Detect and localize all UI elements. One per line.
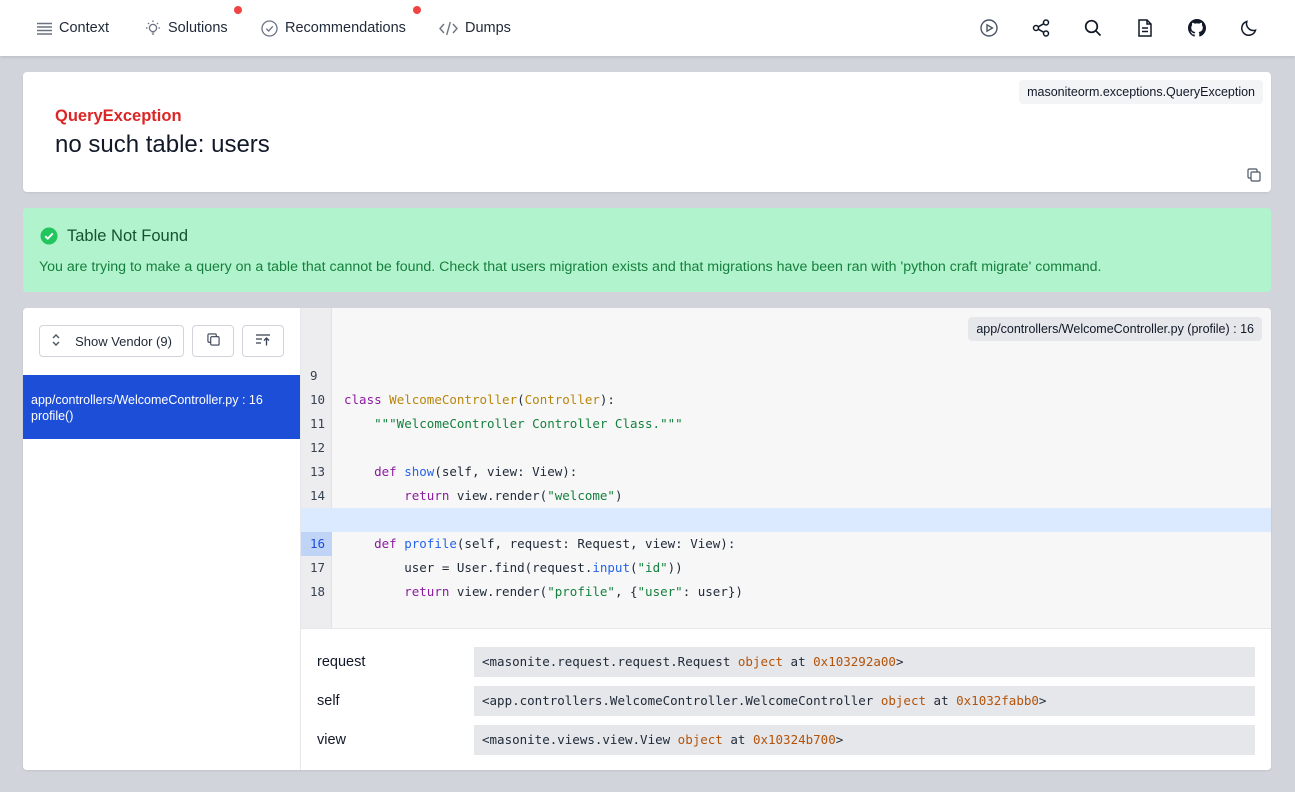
nav-item-context[interactable]: Context <box>37 0 109 56</box>
variable-name: request <box>317 654 366 670</box>
code-line: 18 <box>301 556 1271 599</box>
document-icon[interactable] <box>1131 14 1159 42</box>
variable-value: <masonite.views.view.View object at 0x10… <box>474 725 1255 755</box>
check-circle-icon <box>261 19 278 37</box>
variable-row: request <masonite.request.request.Reques… <box>301 647 1271 677</box>
show-vendor-button[interactable]: Show Vendor (9) <box>39 325 184 357</box>
line-number: 18 <box>310 584 326 599</box>
frame-file: app/controllers/WelcomeController.py : 1… <box>31 393 263 407</box>
value-text: <masonite.request.request.Request <box>482 654 738 669</box>
value-text: <app.controllers.WelcomeController.Welco… <box>482 693 881 708</box>
nav-item-dumps[interactable]: Dumps <box>439 0 511 56</box>
code-token: , { <box>614 584 638 599</box>
code-line: 17 return view.render("profile", {"user"… <box>301 532 1271 599</box>
variable-value: <app.controllers.WelcomeController.Welco… <box>474 686 1255 716</box>
value-text: object <box>880 693 927 708</box>
stack-trace-card: Show Vendor (9) app/controllers/WelcomeC… <box>23 308 1271 770</box>
nav-item-solutions[interactable]: Solutions <box>145 0 228 56</box>
code-icon <box>439 21 458 36</box>
variable-name: view <box>317 732 347 748</box>
stack-frames-panel: Show Vendor (9) app/controllers/WelcomeC… <box>23 308 301 770</box>
code-line: 12 def show(self, view: View): <box>301 412 1271 479</box>
nav-label-dumps: Dumps <box>465 20 511 36</box>
solutions-notification-dot <box>234 6 242 14</box>
recommendations-notification-dot <box>413 6 421 14</box>
frame-method: profile() <box>31 409 74 423</box>
nav-label-recommendations: Recommendations <box>285 20 406 36</box>
code-line: 15 def profile(self, request: Request, v… <box>301 484 1271 551</box>
value-text: 0x103292a00 <box>813 654 896 669</box>
value-text: <masonite.views.view.View <box>482 732 678 747</box>
github-icon[interactable] <box>1183 14 1211 42</box>
value-text: at <box>926 693 957 708</box>
exception-message: no such table: users <box>55 131 270 158</box>
chevron-up-down-icon <box>51 333 61 350</box>
code-snippet: app/controllers/WelcomeController.py (pr… <box>301 308 1271 628</box>
code-token: view.render( <box>449 584 548 599</box>
value-text: > <box>1038 693 1047 708</box>
moon-icon[interactable] <box>1235 14 1263 42</box>
value-text: > <box>895 654 904 669</box>
lightbulb-icon <box>145 20 161 36</box>
nav-label-solutions: Solutions <box>168 20 228 36</box>
top-navigation: Context Solutions Recommendations Dumps <box>0 0 1295 56</box>
code-token: "profile" <box>547 584 615 599</box>
variable-value: <masonite.request.request.Request object… <box>474 647 1255 677</box>
search-icon[interactable] <box>1079 14 1107 42</box>
sort-up-icon <box>255 333 271 349</box>
code-token: return <box>404 584 450 599</box>
code-line: 11 <box>301 388 1271 431</box>
value-text: at <box>783 654 814 669</box>
copy-icon <box>206 333 220 349</box>
exception-full-name-badge[interactable]: masoniteorm.exceptions.QueryException <box>1019 80 1263 104</box>
nav-item-recommendations[interactable]: Recommendations <box>261 0 406 56</box>
code-viewer: app/controllers/WelcomeController.py (pr… <box>301 308 1271 770</box>
exception-class: QueryException <box>55 107 182 125</box>
check-circle-filled-icon <box>40 227 58 250</box>
solution-card: Table Not Found You are trying to make a… <box>23 208 1271 292</box>
copy-icon[interactable] <box>1247 168 1261 182</box>
value-text: at <box>722 732 753 747</box>
code-token: : user}) <box>682 584 743 599</box>
variable-row: self <app.controllers.WelcomeController.… <box>301 686 1271 716</box>
show-vendor-label: Show Vendor (9) <box>75 333 172 349</box>
solution-title: Table Not Found <box>67 227 189 245</box>
value-text: 0x1032fabb0 <box>956 693 1039 708</box>
share-icon[interactable] <box>1027 14 1055 42</box>
stack-frame-item[interactable]: app/controllers/WelcomeController.py : 1… <box>23 375 300 439</box>
scroll-to-top-button[interactable] <box>242 325 284 357</box>
variable-row: view <masonite.views.view.View object at… <box>301 725 1271 755</box>
code-line: 9 class WelcomeController(Controller): <box>301 340 1271 407</box>
nav-label-context: Context <box>59 20 109 36</box>
value-text: 0x10324b700 <box>752 732 836 747</box>
code-file-badge[interactable]: app/controllers/WelcomeController.py (pr… <box>968 317 1262 341</box>
code-line-highlighted: 16 user = User.find(request.input("id")) <box>301 508 1271 575</box>
play-circle-icon[interactable] <box>975 14 1003 42</box>
code-line: 14 <box>301 460 1271 503</box>
code-token: "user" <box>637 584 683 599</box>
code-line: 13 return view.render("welcome") <box>301 436 1271 503</box>
code-line: 10 """WelcomeController Controller Class… <box>301 364 1271 431</box>
frame-variables: request <masonite.request.request.Reques… <box>301 628 1271 770</box>
solution-description: You are trying to make a query on a tabl… <box>39 259 1102 275</box>
value-text: > <box>835 732 844 747</box>
variable-name: self <box>317 693 340 709</box>
copy-frames-button[interactable] <box>192 325 234 357</box>
value-text: object <box>737 654 784 669</box>
exception-card: QueryException no such table: users maso… <box>23 72 1271 192</box>
value-text: object <box>677 732 723 747</box>
menu-lines-icon <box>37 22 52 35</box>
